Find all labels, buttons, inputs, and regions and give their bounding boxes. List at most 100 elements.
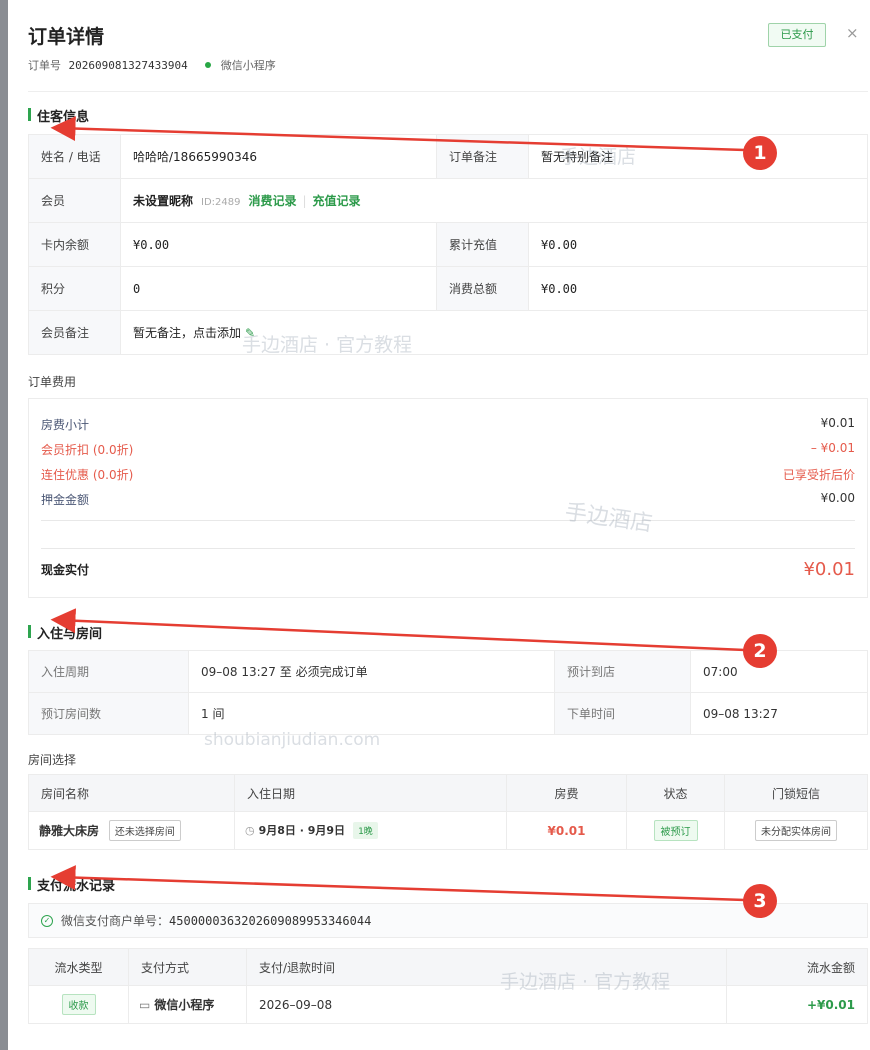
total-spent-value: ¥0.00 [528,266,868,311]
fee-room-subtotal-label: 房费小计 [41,418,90,432]
col-flow-type: 流水类型 [28,948,129,986]
order-time-value: 09–08 13:27 [690,692,868,735]
fee-divider [41,548,855,549]
fee-deposit-value: ¥0.00 [820,491,855,505]
member-remark-value[interactable]: 暂无备注，点击添加 [133,326,241,340]
checkin-dates: 9月8日 · 9月9日 [258,824,346,837]
col-pay-time: 支付/退款时间 [246,948,727,986]
merchant-number-box: ✓ 微信支付商户单号： 4500000363202609089953346044 [28,903,868,938]
rooms-count-value: 1 间 [188,692,555,735]
section-title-room-select: 房间选择 [28,753,77,767]
checkin-table: 入住周期 09–08 13:27 至 必须完成订单 预计到店 07:00 预订房… [28,650,868,735]
section-title-fees: 订单费用 [28,375,77,389]
fee-stay-discount-label: 连住优惠 (0.0折) [41,468,134,482]
fee-total: 现金实付 ¥0.01 [41,559,855,580]
period-label: 入住周期 [28,650,189,693]
lock-sms-cell: 未分配实体房间 [724,811,868,850]
fee-stay-discount-value: 已享受折后价 [782,468,855,482]
annotation-badge-1: 1 [743,136,777,170]
period-value: 09–08 13:27 至 必须完成订单 [188,650,555,693]
fee-member-discount-value: – ¥0.01 [810,441,855,455]
name-phone-label: 姓名 / 电话 [28,134,121,179]
select-room-tag[interactable]: 还未选择房间 [108,820,181,841]
total-recharge-value: ¥0.00 [528,222,868,267]
fee-deposit: 押金金额 ¥0.00 [41,491,855,508]
order-remark-value: 暂无特别备注 [528,134,868,179]
section-title-guest: 住客信息 [28,106,89,125]
order-source: 微信小程序 [220,59,276,72]
fee-member-discount: 会员折扣 (0.0折) – ¥0.01 [41,441,855,458]
member-nickname: 未设置昵称 [133,194,194,208]
fee-member-discount-label: 会员折扣 (0.0折) [41,443,134,457]
checkin-date-cell: ◷ 9月8日 · 9月9日 1晚 [234,811,507,850]
page-title: 订单详情 [28,26,105,48]
fee-box: 房费小计 ¥0.01 会员折扣 (0.0折) – ¥0.01 连住优惠 (0.0… [28,398,868,598]
points-label: 积分 [28,266,121,311]
order-meta: 订单号 202609081327433904 微信小程序 [28,57,276,73]
fee-deposit-label: 押金金额 [41,493,90,507]
table-header-row: 流水类型 支付方式 支付/退款时间 流水金额 [28,948,868,986]
cash-paid-label: 现金实付 [41,563,90,577]
points-value: 0 [120,266,437,311]
guest-info-table: 姓名 / 电话 哈哈哈/18665990346 订单备注 暂无特别备注 会员 未… [28,134,868,355]
room-select-table: 房间名称 入住日期 房费 状态 门锁短信 静雅大床房 还未选择房间 ◷ 9月8日 … [28,774,868,850]
table-header-row: 房间名称 入住日期 房费 状态 门锁短信 [28,774,868,812]
arrival-value: 07:00 [690,650,868,693]
table-row: 静雅大床房 还未选择房间 ◷ 9月8日 · 9月9日 1晚 ¥0.01 被预订 未分… [28,811,868,850]
close-icon[interactable]: × [846,24,859,42]
room-name: 静雅大床房 [39,824,100,838]
rooms-count-label: 预订房间数 [28,692,189,735]
cash-paid-value: ¥0.01 [803,559,855,580]
order-time-label: 下单时间 [554,692,691,735]
folder-icon: ▭ [139,998,151,1012]
header-divider [28,91,868,92]
col-room-name: 房间名称 [28,774,235,812]
member-remark-cell[interactable]: 暂无备注，点击添加 ✎ [120,310,868,355]
room-name-cell: 静雅大床房 还未选择房间 [28,811,235,850]
fee-room-subtotal: 房费小计 ¥0.01 [41,416,855,433]
arrival-label: 预计到店 [554,650,691,693]
card-balance-label: 卡内余额 [28,222,121,267]
annotation-badge-3: 3 [743,884,777,918]
col-amount: 流水金额 [726,948,868,986]
clock-icon: ◷ [245,824,255,837]
annotation-badge-2: 2 [743,634,777,668]
table-row: 收款 ▭ 微信小程序 2026–09–08 +¥0.01 [28,985,868,1024]
member-label: 会员 [28,178,121,223]
col-status: 状态 [626,774,725,812]
status-badge: 已支付 [768,23,826,47]
member-value: 未设置昵称 ID:2489 消费记录 | 充值记录 [120,178,868,223]
total-recharge-label: 累计充值 [436,222,529,267]
col-pay-method: 支付方式 [128,948,247,986]
pay-method: 微信小程序 [154,998,215,1012]
col-price: 房费 [506,774,627,812]
merchant-number: 4500000363202609089953346044 [169,913,372,928]
card-balance-value: ¥0.00 [120,222,437,267]
recharge-records-link[interactable]: 充值记录 [313,194,361,208]
nights-badge: 1晚 [353,822,378,839]
lock-sms-tag[interactable]: 未分配实体房间 [755,820,837,841]
member-id: ID:2489 [201,197,241,208]
member-remark-label: 会员备注 [28,310,121,355]
pay-amount: +¥0.01 [726,985,868,1024]
edit-icon[interactable]: ✎ [245,326,255,340]
room-status-cell: 被预订 [626,811,725,850]
section-title-payments: 支付流水记录 [28,875,115,894]
col-checkin-date: 入住日期 [234,774,507,812]
merchant-number-label: 微信支付商户单号： [61,914,170,928]
fee-divider [41,520,855,521]
consume-records-link[interactable]: 消费记录 [248,194,296,208]
name-phone-value: 哈哈哈/18665990346 [120,134,437,179]
backdrop-strip [0,0,8,1050]
order-detail-panel: 订单详情 订单号 202609081327433904 微信小程序 已支付 × … [8,0,870,1050]
check-circle-icon: ✓ [41,914,53,927]
order-number-label: 订单号 [28,59,61,72]
flow-type-badge: 收款 [61,994,96,1015]
payment-table: 流水类型 支付方式 支付/退款时间 流水金额 收款 ▭ 微信小程序 2026–09… [28,948,868,1024]
source-dot-icon [205,62,212,68]
room-status-badge: 被预订 [653,820,698,841]
fee-room-subtotal-value: ¥0.01 [820,416,855,430]
fee-stay-discount: 连住优惠 (0.0折) 已享受折后价 [41,466,855,483]
total-spent-label: 消费总额 [436,266,529,311]
col-lock-sms: 门锁短信 [724,774,868,812]
